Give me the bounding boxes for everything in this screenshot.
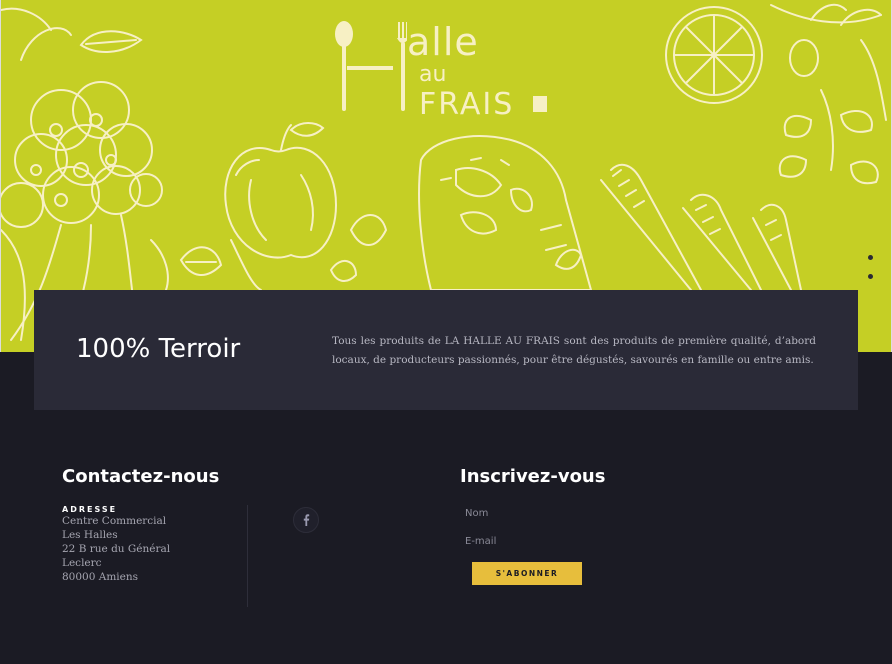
facebook-icon bbox=[303, 514, 310, 526]
halle-au-frais-logo[interactable]: alle au FRAIS bbox=[327, 20, 557, 122]
address-line: Centre Commercial bbox=[62, 515, 167, 527]
terroir-title: 100% Terroir bbox=[76, 334, 241, 364]
email-input[interactable] bbox=[460, 530, 760, 552]
address-line: Les Halles bbox=[62, 529, 118, 541]
logo-word-au: au bbox=[419, 62, 447, 87]
spoon-fork-icon bbox=[335, 21, 407, 111]
facebook-button[interactable] bbox=[293, 507, 319, 533]
address-line: 22 B rue du Général bbox=[62, 543, 171, 555]
slider-dot[interactable] bbox=[868, 255, 873, 260]
subscribe-button[interactable]: S'ABONNER bbox=[472, 562, 582, 585]
address-line: Leclerc bbox=[62, 557, 102, 569]
address-label: ADRESSE bbox=[62, 505, 118, 514]
terroir-banner: 100% Terroir Tous les produits de LA HAL… bbox=[34, 290, 858, 410]
logo-square bbox=[533, 96, 547, 112]
address-line: 80000 Amiens bbox=[62, 571, 139, 583]
contact-divider bbox=[247, 505, 248, 607]
logo-word-alle: alle bbox=[407, 20, 479, 64]
slider-dots[interactable] bbox=[867, 255, 875, 285]
logo-word-frais: FRAIS bbox=[419, 87, 515, 122]
slider-dot[interactable] bbox=[868, 274, 873, 279]
name-input[interactable] bbox=[460, 502, 760, 524]
newsletter-title: Inscrivez-vous bbox=[460, 466, 606, 487]
contact-title: Contactez-nous bbox=[62, 466, 220, 487]
terroir-description: Tous les produits de LA HALLE AU FRAIS s… bbox=[332, 335, 816, 366]
